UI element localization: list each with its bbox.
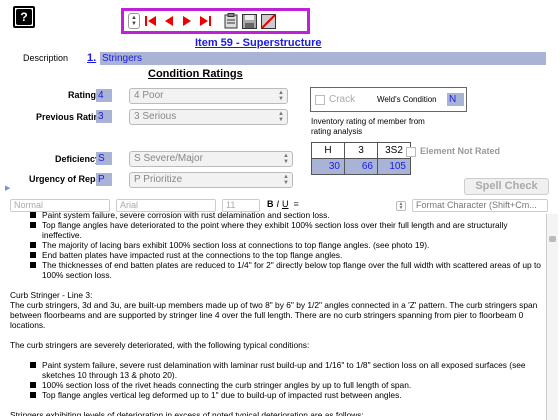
bullet-item: The thicknesses of end batten plates are… xyxy=(10,260,546,280)
clipboard-button[interactable] xyxy=(224,13,238,29)
bullet-item: Top flange angles have deteriorated to t… xyxy=(10,220,546,240)
deficiency-select-value: S Severe/Major xyxy=(134,153,203,164)
select-arrows-icon: ▲ ▼ xyxy=(278,90,284,102)
expand-marker-icon[interactable]: ▶ xyxy=(5,184,10,192)
crack-label: Crack xyxy=(329,94,356,105)
italic-button[interactable]: I xyxy=(277,199,280,209)
record-stepper[interactable]: ▲ ▼ xyxy=(128,13,140,29)
bullet-item: Paint system failure, severe rust delami… xyxy=(10,360,546,380)
condition-ratings-title: Condition Ratings xyxy=(148,68,243,80)
next-record-icon xyxy=(183,16,191,26)
rating-table-value[interactable]: 66 xyxy=(344,158,378,175)
select-arrows-icon: ▲ ▼ xyxy=(283,153,289,165)
rating-code-field[interactable]: 4 xyxy=(96,89,112,102)
first-record-icon xyxy=(145,16,156,26)
paragraph: Curb Stringer - Line 3: xyxy=(10,290,93,300)
save-button[interactable] xyxy=(242,13,257,29)
urgency-code-field[interactable]: P xyxy=(96,173,112,186)
urgency-select-value: P Prioritize xyxy=(134,174,183,185)
rating-table-header: 3 xyxy=(344,142,378,159)
deficiency-code-field[interactable]: S xyxy=(96,152,112,165)
deficiency-select[interactable]: S Severe/Major ▲ ▼ xyxy=(129,151,293,167)
paragraph xyxy=(10,400,546,410)
rating-table-value[interactable]: 30 xyxy=(311,158,345,175)
help-icon: ? xyxy=(16,9,32,25)
bullet-item: End batten plates have impacted rust at … xyxy=(10,250,546,260)
urgency-select[interactable]: P Prioritize ▲ ▼ xyxy=(129,172,293,188)
select-arrows-icon: ▲ ▼ xyxy=(283,174,289,186)
paragraph: Stringers exhibiting levels of deteriora… xyxy=(10,410,364,416)
last-record-button[interactable] xyxy=(198,13,212,29)
delete-icon xyxy=(261,13,276,29)
paragraph xyxy=(10,280,546,290)
rating-table-header: H xyxy=(311,142,345,159)
paragraph xyxy=(10,330,546,340)
clipboard-icon xyxy=(224,13,238,29)
editor-scrollbar[interactable] xyxy=(546,214,558,420)
crack-checkbox[interactable] xyxy=(315,95,325,105)
rating-table-value[interactable]: 105 xyxy=(377,158,411,175)
help-button[interactable]: ? xyxy=(13,6,35,28)
underline-button[interactable]: U xyxy=(282,199,289,209)
text-style-buttons: B I U ≡ xyxy=(267,199,299,209)
delete-button[interactable] xyxy=(261,13,276,29)
bullet-item: Paint system failure, severe corrosion w… xyxy=(10,210,546,220)
crack-weld-box: Crack Weld's Condition N xyxy=(310,87,467,112)
previous-record-button[interactable] xyxy=(162,13,176,29)
inventory-note: Inventory rating of member from rating a… xyxy=(311,117,425,136)
spell-check-button[interactable]: Spell Check xyxy=(464,178,549,195)
bullet-item: Top flange angles vertical leg deformed … xyxy=(10,390,546,400)
rating-label: Rating xyxy=(68,90,96,100)
notes-editor[interactable]: Paint system failure, severe corrosion w… xyxy=(10,210,546,416)
rating-select[interactable]: 4 Poor ▲ ▼ xyxy=(129,88,288,104)
paragraph xyxy=(10,350,546,360)
rating-select-value: 4 Poor xyxy=(134,90,164,101)
description-field[interactable]: Stringers xyxy=(100,52,546,65)
description-number: 1. xyxy=(87,52,97,64)
bullet-item: 100% section loss of the rivet heads con… xyxy=(10,380,546,390)
previous-record-icon xyxy=(165,16,173,26)
bold-button[interactable]: B xyxy=(267,199,274,209)
align-icon[interactable]: ≡ xyxy=(294,199,299,209)
paragraph: The curb stringers are severely deterior… xyxy=(10,340,310,350)
description-label: Description xyxy=(23,53,69,63)
item-title: Item 59 - Superstructure xyxy=(195,37,322,49)
scrollbar-thumb[interactable] xyxy=(549,236,556,242)
inventory-rating-table: H 3 3S2 30 66 105 xyxy=(311,142,411,175)
element-not-rated-checkbox[interactable] xyxy=(406,147,416,157)
deficiency-label: Deficiency xyxy=(55,154,101,164)
last-record-icon xyxy=(200,16,211,26)
weld-condition-field[interactable]: N xyxy=(447,93,464,106)
urgency-label: Urgency of Repair xyxy=(29,174,107,184)
element-not-rated-label: Element Not Rated xyxy=(420,146,501,156)
next-record-button[interactable] xyxy=(180,13,194,29)
select-arrows-icon: ▲ ▼ xyxy=(278,111,284,123)
save-icon xyxy=(242,13,257,29)
paragraph: The curb stringers, 3d and 3u, are built… xyxy=(10,300,538,330)
previous-rating-code-field[interactable]: 3 xyxy=(96,110,112,123)
record-toolbar: ▲ ▼ xyxy=(121,8,310,34)
weld-condition-label: Weld's Condition xyxy=(377,95,437,104)
bullet-item: The majority of lacing bars exhibit 100%… xyxy=(10,240,546,250)
previous-rating-label: Previous Rating xyxy=(36,112,105,122)
first-record-button[interactable] xyxy=(144,13,158,29)
previous-rating-select-value: 3 Serious xyxy=(134,111,177,122)
previous-rating-select[interactable]: 3 Serious ▲ ▼ xyxy=(129,109,288,125)
